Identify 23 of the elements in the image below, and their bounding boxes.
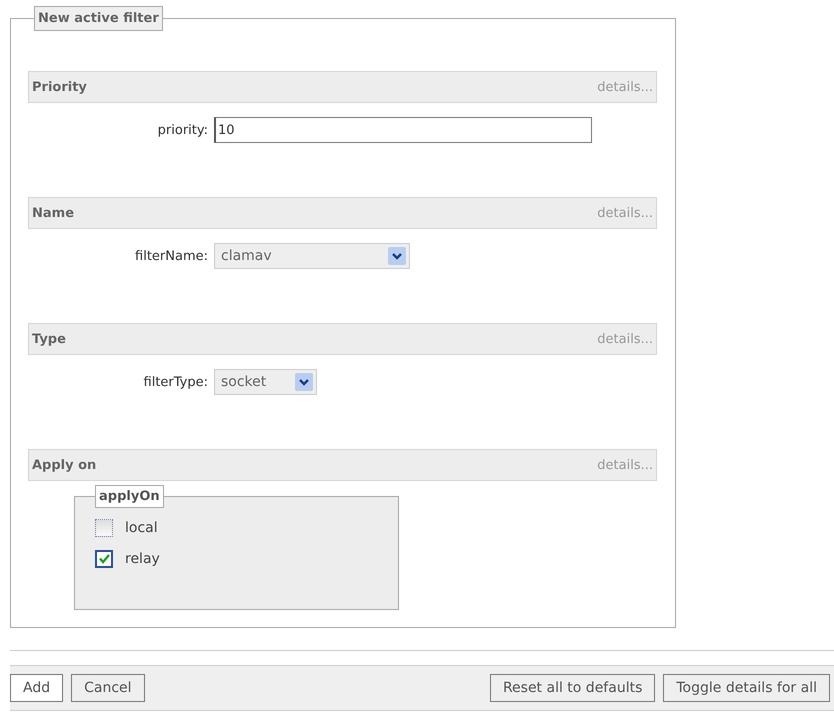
checkbox-label: local xyxy=(125,520,158,536)
dropdown[interactable]: clamav xyxy=(214,243,410,269)
check-icon xyxy=(98,552,110,565)
chevron-down-icon xyxy=(295,373,313,391)
field-label: filterType: xyxy=(142,374,209,390)
form-button[interactable]: Toggle details for all xyxy=(663,674,830,702)
field-label: priority: xyxy=(156,122,209,138)
section-title: Apply on xyxy=(32,458,96,472)
field-label: filterName: xyxy=(134,248,209,264)
checkbox-label: relay xyxy=(125,550,160,566)
section-title: Priority xyxy=(32,80,87,94)
chevron-down-icon xyxy=(388,247,406,265)
form-button[interactable]: Add xyxy=(10,674,64,702)
form-button[interactable]: Cancel xyxy=(71,674,145,702)
group-title: applyOn xyxy=(95,485,164,508)
section-title: Type xyxy=(32,332,66,346)
form-button[interactable]: Reset all to defaults xyxy=(490,674,656,702)
priority-field[interactable]: 10 xyxy=(214,117,592,143)
dropdown[interactable]: socket xyxy=(214,369,317,395)
checkbox[interactable] xyxy=(95,550,113,568)
panel-title: New active filter xyxy=(34,6,163,31)
section-title: Name xyxy=(32,206,74,220)
checkbox[interactable] xyxy=(95,518,113,536)
